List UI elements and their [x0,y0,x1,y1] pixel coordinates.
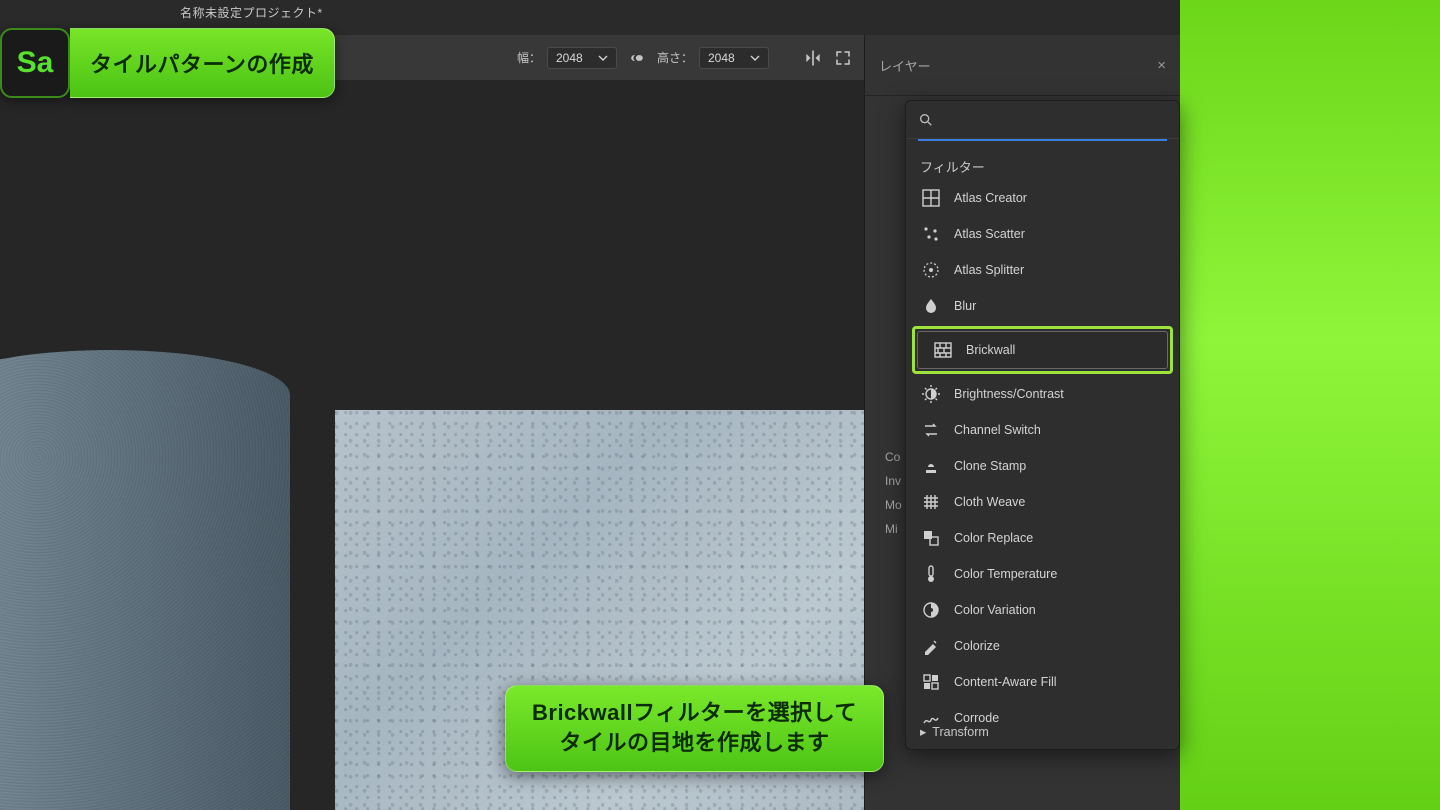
callout-bottom: Brickwallフィルターを選択して タイルの目地を作成します [505,685,884,772]
atlas-splitter-icon [920,259,942,281]
filter-item-blur[interactable]: Blur [906,288,1179,324]
filter-item-brightness-contrast[interactable]: Brightness/Contrast [906,376,1179,412]
transform-label: Transform [932,725,989,739]
width-label: 幅： [517,49,541,66]
filter-item-label: Brightness/Contrast [954,387,1064,401]
fullscreen-icon[interactable] [833,48,853,68]
prop-label: Co [885,450,903,464]
filter-item-label: Blur [954,299,976,313]
callout-top-text: タイルパターンの作成 [90,47,314,79]
preview-cylinder [0,350,290,810]
height-dropdown[interactable]: 2048 [699,47,769,69]
height-value: 2048 [708,51,735,65]
filter-item-label: Atlas Scatter [954,227,1025,241]
callout-top-pill: タイルパターンの作成 [70,28,335,98]
chevron-down-icon [598,53,608,63]
callout-bottom-line2: タイルの目地を作成します [532,728,857,758]
filter-item-label: Cloth Weave [954,495,1025,509]
content-aware-fill-icon [920,671,942,693]
layers-panel-header: レイヤー × [865,35,1180,96]
app-badge: Sa [0,28,70,98]
search-underline [918,139,1167,141]
filter-item-color-temperature[interactable]: Color Temperature [906,556,1179,592]
clone-stamp-icon [920,455,942,477]
filter-item-label: Clone Stamp [954,459,1026,473]
close-icon[interactable]: × [1157,57,1166,74]
channel-switch-icon [920,419,942,441]
atlas-scatter-icon [920,223,942,245]
window-title: 名称未設定プロジェクト* [180,4,323,21]
filter-item-label: Brickwall [966,343,1015,357]
properties-panel-sliver: Co Inv Mo Mi [885,440,905,800]
filter-item-label: Color Temperature [954,567,1057,581]
prop-label: Mi [885,522,903,536]
color-variation-icon [920,599,942,621]
colorize-icon [920,635,942,657]
filter-item-label: Color Replace [954,531,1033,545]
filter-item-label: Channel Switch [954,423,1041,437]
filter-item-cloth-weave[interactable]: Cloth Weave [906,484,1179,520]
cloth-weave-icon [920,491,942,513]
atlas-creator-icon [920,187,942,209]
filter-popup: フィルター Atlas Creator Atlas Scatter Atlas Sp… [905,100,1180,750]
filter-item-label: Corrode [954,711,999,725]
filter-item-label: Content-Aware Fill [954,675,1057,689]
filter-item-channel-switch[interactable]: Channel Switch [906,412,1179,448]
filter-item-atlas-scatter[interactable]: Atlas Scatter [906,216,1179,252]
brightness-contrast-icon [920,383,942,405]
callout-bottom-line1: Brickwallフィルターを選択して [532,698,857,728]
width-value: 2048 [556,51,583,65]
app-badge-text: Sa [17,46,54,80]
layers-label: レイヤー [879,56,931,75]
symmetry-icon[interactable] [803,48,823,68]
color-temperature-icon [920,563,942,585]
filter-item-label: Atlas Creator [954,191,1027,205]
filter-highlight-frame: Brickwall [912,326,1173,374]
blur-icon [920,295,942,317]
chevron-right-icon: ▸ [920,724,926,739]
height-label: 高さ： [657,49,693,66]
filter-item-color-replace[interactable]: Color Replace [906,520,1179,556]
link-dimensions-icon[interactable] [627,48,647,68]
prop-label: Inv [885,474,903,488]
search-icon [918,112,934,128]
transform-section-toggle[interactable]: ▸ Transform [920,724,989,739]
filter-list: Atlas Creator Atlas Scatter Atlas Splitter… [906,180,1179,736]
brickwall-icon [932,339,954,361]
prop-label: Mo [885,498,903,512]
filter-search-input[interactable] [942,111,1167,128]
filter-item-colorize[interactable]: Colorize [906,628,1179,664]
color-replace-icon [920,527,942,549]
filter-item-atlas-creator[interactable]: Atlas Creator [906,180,1179,216]
filter-item-clone-stamp[interactable]: Clone Stamp [906,448,1179,484]
filter-item-atlas-splitter[interactable]: Atlas Splitter [906,252,1179,288]
callout-top: Sa タイルパターンの作成 [0,28,335,98]
filter-item-label: Color Variation [954,603,1036,617]
filter-section-heading: フィルター [906,147,1179,180]
filter-item-content-aware-fill[interactable]: Content-Aware Fill [906,664,1179,700]
filter-item-label: Atlas Splitter [954,263,1024,277]
filter-item-brickwall[interactable]: Brickwall [917,331,1168,369]
filter-item-label: Colorize [954,639,1000,653]
chevron-down-icon [750,53,760,63]
filter-item-color-variation[interactable]: Color Variation [906,592,1179,628]
page-green-strip [1180,0,1440,810]
width-dropdown[interactable]: 2048 [547,47,617,69]
